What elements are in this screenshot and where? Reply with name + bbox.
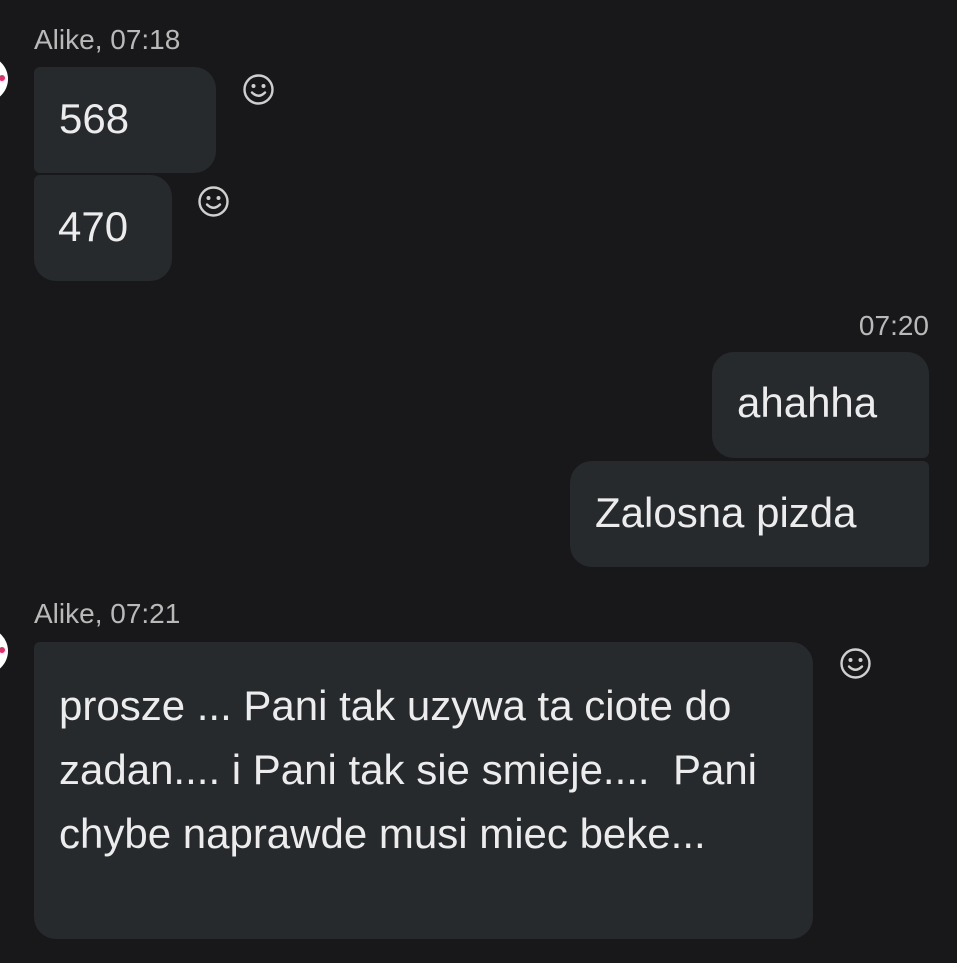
smiley-react-icon[interactable] [242, 73, 275, 106]
incoming-message-bubble[interactable]: 470 [34, 175, 172, 281]
incoming-message-bubble[interactable]: prosze ... Pani tak uzywa ta ciote do za… [34, 642, 813, 939]
incoming-message-bubble[interactable]: 568 [34, 67, 216, 173]
sender-label: Alike, 07:21 [34, 598, 181, 629]
avatar-badge [0, 75, 5, 81]
avatar-badge [0, 647, 5, 653]
sender-label: Alike, 07:18 [34, 24, 181, 55]
message-timestamp: 07:20 [858, 310, 929, 341]
outgoing-message-bubble[interactable]: Zalosna pizda [570, 461, 929, 567]
outgoing-message-bubble[interactable]: ahahha [712, 352, 929, 458]
smiley-react-icon[interactable] [197, 185, 230, 218]
contact-avatar[interactable] [0, 56, 8, 102]
smiley-react-icon[interactable] [839, 647, 872, 680]
contact-avatar[interactable] [0, 628, 8, 674]
